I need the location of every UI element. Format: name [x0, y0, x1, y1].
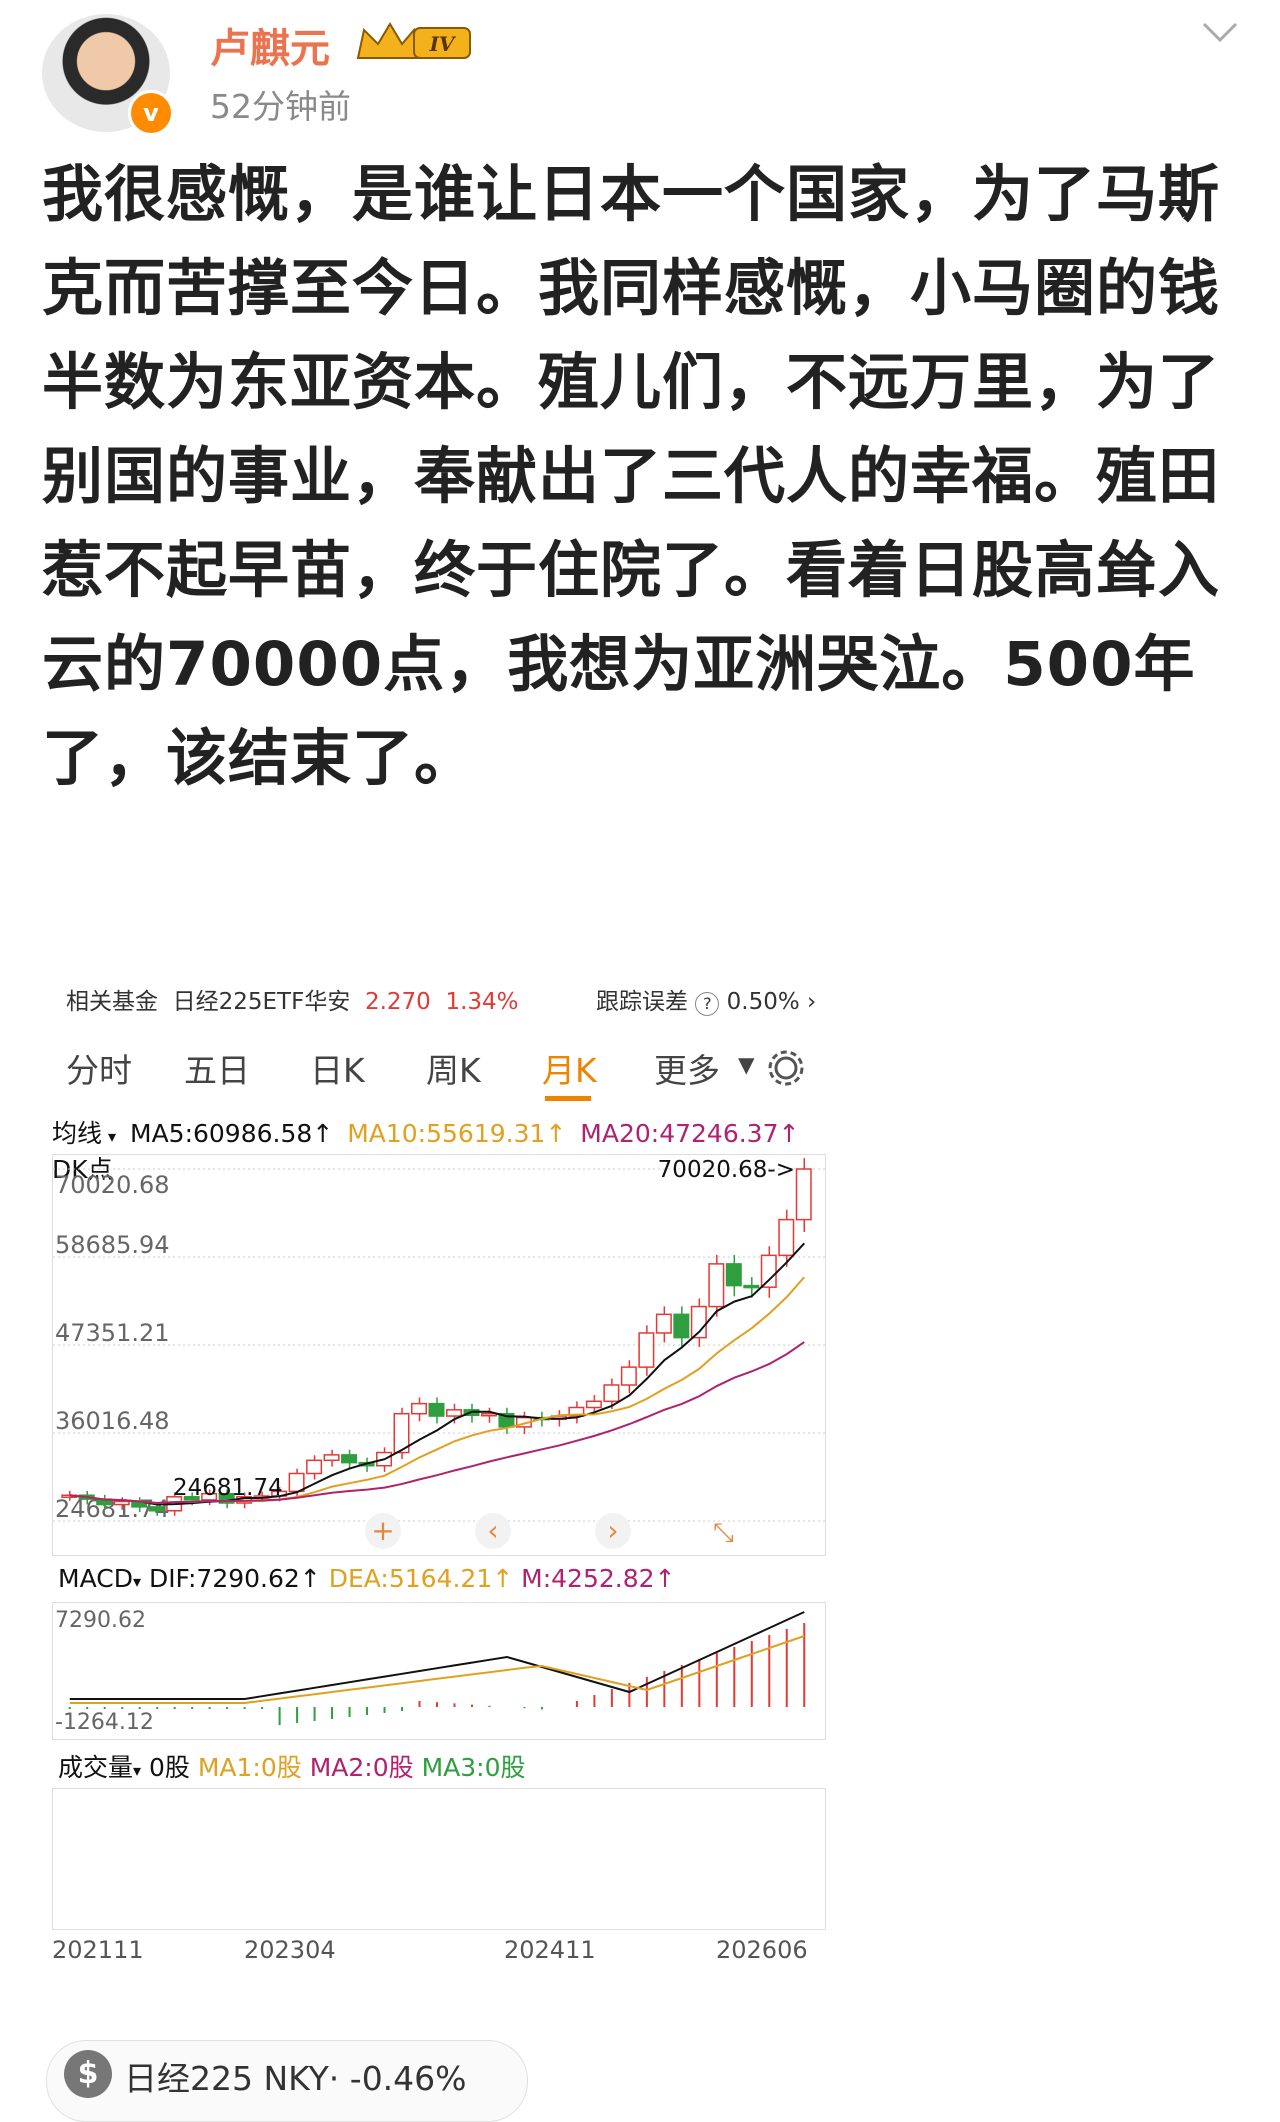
candle	[148, 1506, 165, 1512]
candle	[620, 1366, 637, 1386]
macd-m: M:4252.82↑	[521, 1564, 676, 1593]
candle	[638, 1332, 655, 1368]
chevron-right-icon[interactable]: ›	[807, 989, 816, 1015]
tab-more[interactable]: 更多	[654, 1044, 720, 1092]
candle	[306, 1459, 323, 1475]
candle	[655, 1313, 672, 1334]
candle	[708, 1263, 725, 1308]
ma10-value: MA10:55619.31↑	[347, 1119, 567, 1148]
candle	[795, 1168, 812, 1221]
level-badge-text: IV	[429, 32, 457, 56]
ma-select[interactable]: 均线	[52, 1119, 102, 1148]
candle	[411, 1402, 428, 1415]
low-marker: 24681.74	[173, 1475, 283, 1501]
volume-ma2: MA2:0股	[309, 1753, 414, 1782]
macd-chart[interactable]: 7290.62 -1264.12	[52, 1602, 826, 1740]
y-tick-label: 47351.21	[55, 1319, 170, 1347]
tab-weekly-k[interactable]: 周K	[426, 1044, 481, 1092]
y-tick-label: 58685.94	[55, 1231, 170, 1259]
candle	[760, 1254, 777, 1288]
macd-top-label: 7290.62	[55, 1608, 146, 1633]
candle	[288, 1472, 305, 1493]
post-timestamp: 52分钟前	[210, 87, 351, 126]
x-tick-label: 202606	[716, 1936, 808, 1964]
volume-ma3: MA3:0股	[421, 1753, 526, 1782]
tab-daily-k[interactable]: 日K	[310, 1044, 365, 1092]
candle	[341, 1454, 358, 1464]
ma5-value: MA5:60986.58↑	[130, 1119, 334, 1148]
macd-legend: MACD▾ DIF:7290.62↑ DEA:5164.21↑ M:4252.8…	[58, 1564, 676, 1593]
expand-icon: ⤡	[713, 1518, 734, 1548]
verified-badge: v	[128, 90, 174, 136]
username[interactable]: 卢麒元	[210, 16, 330, 74]
vip-crown-icon: IV	[356, 22, 471, 59]
candlestick-chart[interactable]: 70020.68 58685.94 47351.21 36016.48 24681.74…	[52, 1154, 826, 1556]
x-tick-label: 202111	[52, 1936, 144, 1964]
fund-name[interactable]: 日经225ETF华安	[173, 989, 351, 1015]
fund-price: 2.270	[364, 989, 431, 1015]
tracking-error-value: 0.50%	[726, 989, 800, 1015]
volume-chart[interactable]	[52, 1788, 826, 1930]
volume-ma1: MA1:0股	[197, 1753, 302, 1782]
stock-tag-text[interactable]: 日经225 NKY· -0.46%	[124, 2052, 467, 2100]
fund-change: 1.34%	[445, 989, 519, 1015]
macd-dif-line	[69, 1611, 805, 1700]
candle	[445, 1409, 462, 1417]
help-icon[interactable]: ?	[695, 992, 720, 1016]
active-tab-indicator	[545, 1096, 591, 1101]
fund-label: 相关基金	[66, 989, 158, 1015]
volume-value: 0股	[149, 1753, 190, 1782]
gear-icon[interactable]	[766, 1048, 806, 1088]
candle	[673, 1313, 690, 1339]
caret-down-icon: ▾	[738, 1044, 755, 1083]
x-tick-label: 202304	[244, 1936, 336, 1964]
y-tick-label: 36016.48	[55, 1407, 170, 1435]
chart-tabs: 分时 五日 日K 周K 月K 更多 ▾	[66, 1044, 826, 1104]
post-text: 我很感慨，是谁让日本一个国家，为了马斯克而苦撑至今日。我同样感慨，小马圈的钱半数…	[42, 159, 1221, 794]
candle	[585, 1400, 602, 1409]
dollar-icon: $	[64, 2050, 112, 2098]
tab-five-day[interactable]: 五日	[184, 1044, 250, 1092]
candle	[113, 1500, 130, 1506]
macd-dea: DEA:5164.21↑	[328, 1564, 514, 1593]
tracking-error-label: 跟踪误差	[596, 989, 688, 1015]
candle	[603, 1384, 620, 1403]
candle	[323, 1454, 340, 1462]
x-axis: 202111 202304 202411 202606	[52, 1936, 824, 1966]
candle	[428, 1402, 445, 1417]
ma20-value: MA20:47246.37↑	[580, 1119, 800, 1148]
tab-monthly-k[interactable]: 月K	[542, 1044, 597, 1092]
y-tick-label: 70020.68	[55, 1171, 170, 1199]
chevron-down-icon[interactable]	[1200, 18, 1240, 48]
related-fund-row[interactable]: 相关基金 日经225ETF华安 2.270 1.34% 跟踪误差 ? 0.50%…	[66, 982, 826, 1016]
macd-dea-line	[69, 1635, 805, 1704]
macd-select[interactable]: MACD	[58, 1564, 133, 1593]
x-tick-label: 202411	[504, 1936, 596, 1964]
stock-change: -0.46%	[349, 2059, 467, 2098]
volume-select[interactable]: 成交量	[58, 1753, 133, 1782]
candle	[743, 1284, 760, 1289]
high-marker: 70020.68->	[658, 1157, 795, 1183]
candle	[778, 1218, 795, 1257]
zoom-in-icon: +	[371, 1514, 394, 1547]
candle	[725, 1263, 742, 1287]
macd-bottom-label: -1264.12	[55, 1710, 154, 1735]
tab-intraday[interactable]: 分时	[66, 1044, 132, 1092]
ma5-line	[69, 1242, 805, 1506]
chevron-left-icon: ‹	[487, 1514, 498, 1547]
candle	[480, 1412, 497, 1417]
volume-legend: 成交量▾ 0股 MA1:0股 MA2:0股 MA3:0股	[58, 1753, 526, 1782]
chevron-right-icon: ›	[607, 1514, 618, 1547]
macd-dif: DIF:7290.62↑	[148, 1564, 321, 1593]
stock-name: 日经225 NKY	[124, 2059, 329, 2098]
